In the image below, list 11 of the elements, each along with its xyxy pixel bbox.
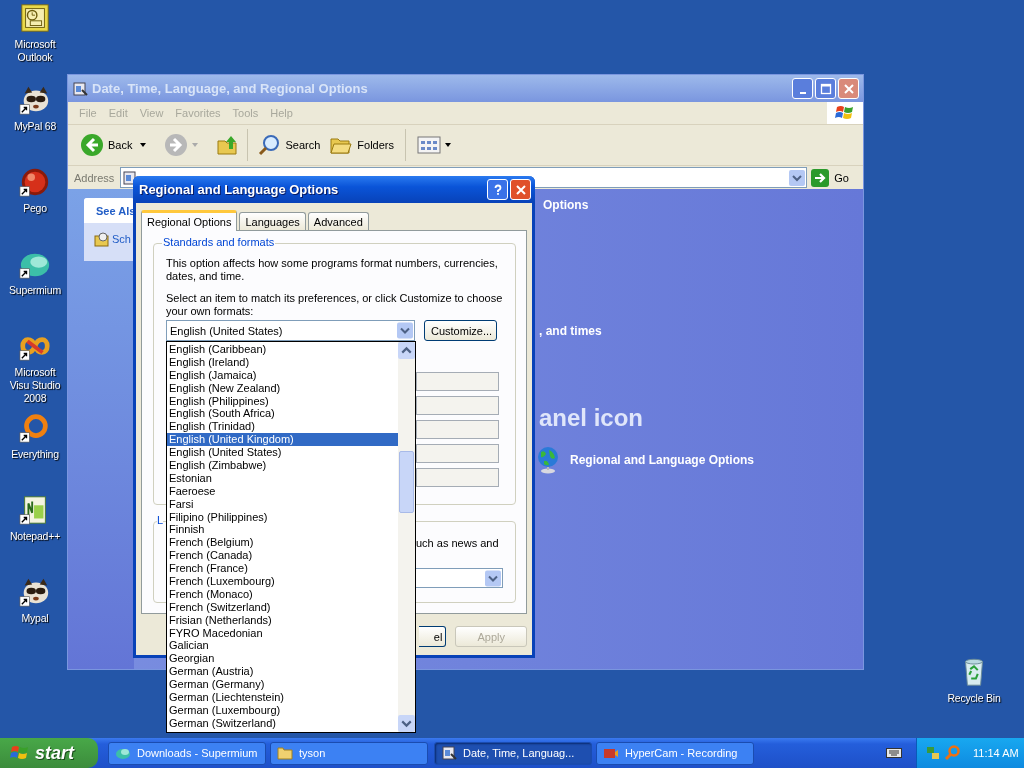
group-label: Standards and formats [162, 236, 276, 248]
header-text: Options [543, 198, 589, 212]
section-heading: anel icon [539, 404, 644, 432]
clock: 11:14 AM [973, 747, 1019, 759]
description-text: uch as news and [416, 537, 500, 549]
group-label: L [157, 514, 164, 526]
dialog-title: Regional and Language Options [139, 182, 340, 197]
window-title: Date, Time, Language, and Regional Options [92, 81, 369, 96]
address-label: Address [74, 171, 116, 184]
instruction-text: Select an item to match its preferences, or click Customize to choose your own formats: [166, 292, 504, 318]
description-text: This option affects how some programs format numbers, currencies, dates, and time. [166, 257, 499, 283]
